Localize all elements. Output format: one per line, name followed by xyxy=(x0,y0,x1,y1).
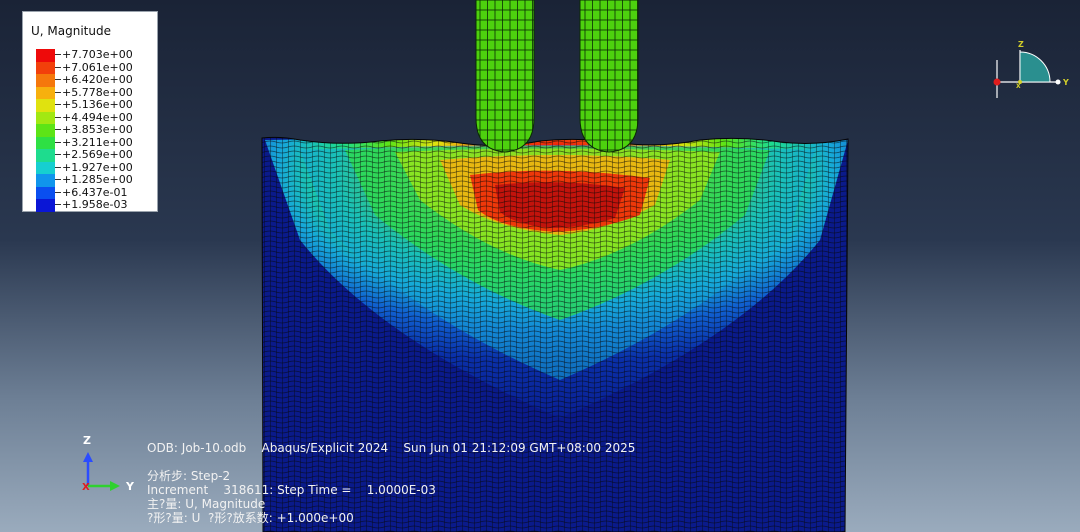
legend-tick xyxy=(55,79,61,80)
triad-x-label: X xyxy=(82,482,90,493)
legend-tick xyxy=(55,129,61,130)
legend-tick xyxy=(55,154,61,155)
contour-legend[interactable]: U, Magnitude +7.703e+00 +7.061e+00 +6.420e… xyxy=(22,11,158,212)
legend-swatch xyxy=(36,124,55,137)
legend-tick xyxy=(55,166,61,168)
legend-swatch xyxy=(36,149,55,162)
legend-swatch xyxy=(36,74,55,87)
legend-tick xyxy=(55,204,61,205)
legend-value-label: +3.211e+00 xyxy=(62,135,133,149)
primary-variable-line: 主?量: U, Magnitude xyxy=(147,497,266,511)
legend-tick xyxy=(55,191,61,193)
legend-swatch xyxy=(36,136,55,149)
view-cube-z-label: Z xyxy=(1018,40,1024,49)
indenter-right xyxy=(579,0,639,153)
legend-value-label: +2.569e+00 xyxy=(62,148,133,161)
triad-z-label: Z xyxy=(83,434,91,447)
legend-tick xyxy=(55,179,61,180)
legend-row: +1.958e-03 xyxy=(36,198,156,212)
legend-value-label: +5.778e+00 xyxy=(62,85,133,99)
legend-tick xyxy=(55,66,61,68)
legend-value-label: +7.061e+00 xyxy=(62,60,133,74)
legend-tick xyxy=(55,104,61,105)
model-viewport[interactable]: Z Y X X Z Y U, Magnitude +7.703e+00 +7.06… xyxy=(0,0,1080,532)
legend-value-label: +7.703e+00 xyxy=(62,48,133,61)
increment-info-line: Increment 318611: Step Time = 1.0000E-03 xyxy=(147,483,436,497)
legend-tick xyxy=(55,54,61,55)
view-cube-x-label: X xyxy=(1016,83,1021,90)
legend-value-label: +1.927e+00 xyxy=(62,160,133,174)
legend-value-label: +3.853e+00 xyxy=(62,123,133,136)
legend-entries: +7.703e+00 +7.061e+00 +6.420e+00 +5.778e+00… xyxy=(36,48,156,212)
odb-info-panel: ODB: Job-10.odb Abaqus/Explicit 2024 Sun… xyxy=(147,441,635,525)
legend-swatch xyxy=(36,49,55,62)
legend-swatch xyxy=(36,86,55,99)
legend-value-label: +5.136e+00 xyxy=(62,98,133,111)
legend-swatch xyxy=(36,111,55,124)
legend-value-label: +4.494e+00 xyxy=(62,110,133,124)
legend-swatch xyxy=(36,99,55,112)
odb-info-line: ODB: Job-10.odb Abaqus/Explicit 2024 Sun… xyxy=(147,441,636,455)
legend-title: U, Magnitude xyxy=(31,24,111,38)
view-cube-icon[interactable]: Z Y X xyxy=(993,40,1070,98)
legend-tick xyxy=(55,91,61,93)
coordinate-triad-icon: X Z Y xyxy=(82,434,135,493)
legend-swatch xyxy=(36,174,55,187)
legend-value-label: +1.285e+00 xyxy=(62,173,133,186)
legend-tick xyxy=(55,116,61,118)
legend-swatch xyxy=(36,186,55,199)
step-info-line: 分析步: Step-2 xyxy=(147,469,231,483)
legend-swatch xyxy=(36,61,55,74)
legend-swatch xyxy=(36,199,55,212)
legend-swatch xyxy=(36,161,55,174)
legend-value-label: +6.420e+00 xyxy=(62,73,133,86)
view-cube-y-label: Y xyxy=(1062,78,1069,87)
legend-value-label: +6.437e-01 xyxy=(62,185,128,199)
legend-tick xyxy=(55,141,61,143)
deformed-variable-line: ?形?量: U ?形?放系数: +1.000e+00 xyxy=(147,511,354,525)
indenter-left xyxy=(475,0,535,153)
legend-value-label: +1.958e-03 xyxy=(62,198,128,211)
triad-y-label: Y xyxy=(125,480,135,493)
